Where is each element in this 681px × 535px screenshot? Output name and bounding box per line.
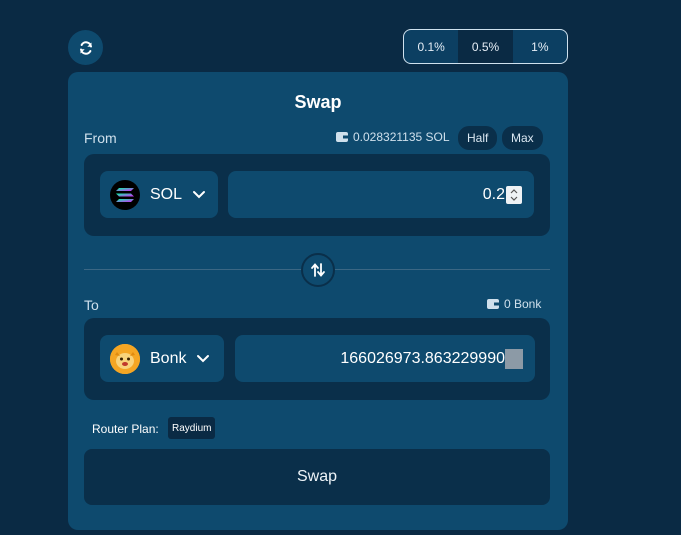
- slippage-selector: 0.1% 0.5% 1%: [403, 29, 568, 64]
- from-token-name: SOL: [150, 185, 183, 203]
- to-token-select[interactable]: Bonk: [100, 335, 224, 382]
- router-plan-label: Router Plan:: [92, 422, 159, 436]
- from-amount-input[interactable]: 0.2: [228, 171, 534, 218]
- slippage-option-0-1[interactable]: 0.1%: [404, 30, 458, 63]
- to-balance: 0 Bonk: [487, 297, 541, 311]
- from-amount-value: 0.2: [482, 185, 505, 203]
- chevron-down-icon: [197, 354, 210, 362]
- to-balance-value: 0 Bonk: [504, 297, 542, 311]
- to-amount-input[interactable]: 166026973.863229990: [235, 335, 535, 382]
- slippage-option-1[interactable]: 1%: [513, 30, 567, 63]
- chevron-down-icon: [193, 190, 206, 198]
- text-selection-block: [505, 348, 523, 369]
- slippage-option-0-5[interactable]: 0.5%: [458, 30, 513, 63]
- wallet-icon: [336, 132, 348, 142]
- swap-button[interactable]: Swap: [84, 449, 550, 505]
- wallet-icon: [487, 299, 499, 309]
- refresh-button[interactable]: [68, 30, 103, 65]
- from-token-select[interactable]: SOL: [100, 171, 218, 218]
- from-label: From: [84, 130, 117, 146]
- bonk-logo: [110, 343, 140, 374]
- half-button[interactable]: Half: [458, 126, 498, 150]
- from-balance-value: 0.028321135 SOL: [353, 130, 450, 144]
- refresh-icon: [79, 40, 92, 55]
- card-title: Swap: [294, 92, 342, 112]
- swap-card: Swap From 0.028321135 SOL Half Max SOL 0…: [68, 72, 568, 530]
- to-amount-value: 166026973.863229990: [340, 349, 505, 367]
- from-balance: 0.028321135 SOL: [336, 130, 450, 144]
- to-panel: Bonk 166026973.863229990: [84, 318, 550, 400]
- max-button[interactable]: Max: [502, 126, 543, 150]
- amount-stepper[interactable]: [506, 185, 522, 204]
- from-panel: SOL 0.2: [84, 154, 550, 236]
- swap-direction-button[interactable]: [301, 253, 335, 287]
- sol-logo: [110, 179, 140, 210]
- to-token-name: Bonk: [150, 349, 187, 367]
- swap-direction-icon: [311, 263, 325, 277]
- router-plan-badge: Raydium: [168, 417, 216, 439]
- to-label: To: [84, 297, 99, 313]
